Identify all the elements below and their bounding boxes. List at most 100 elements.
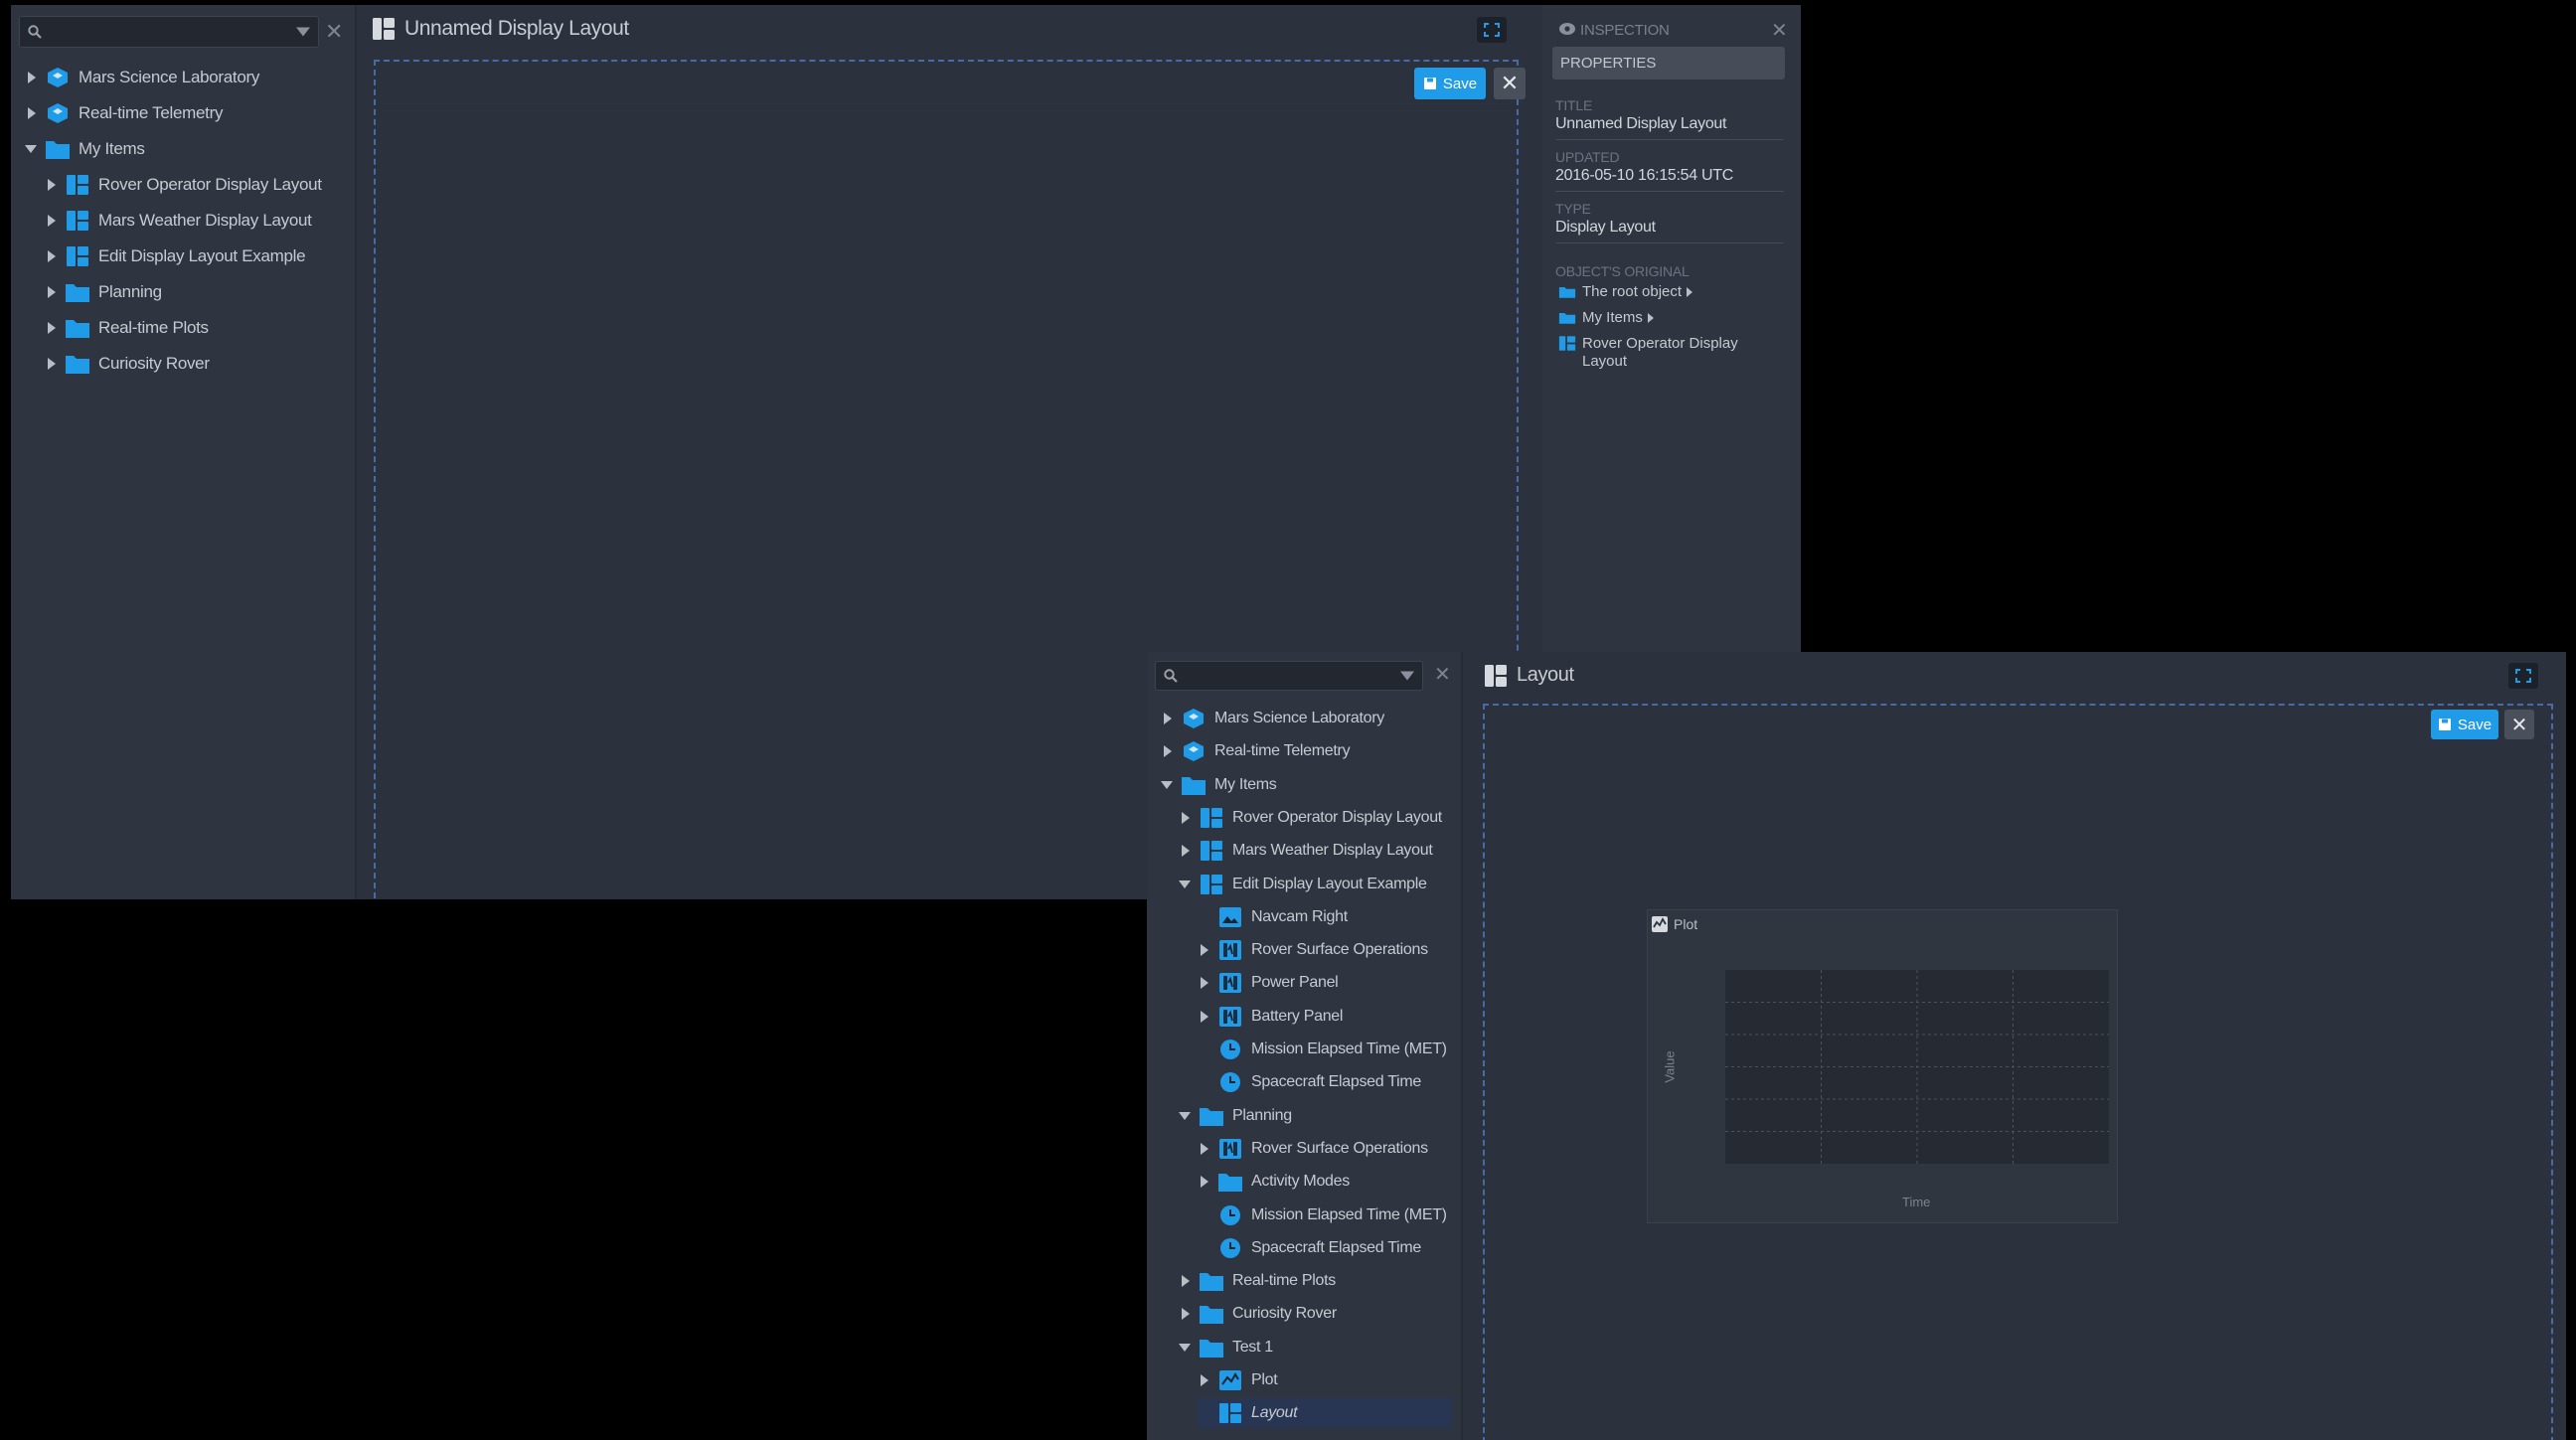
chevron-right-icon[interactable]: [1179, 1307, 1193, 1321]
tree-item-label: Mars Science Laboratory: [1214, 710, 1384, 726]
chevron-right-icon[interactable]: [45, 357, 59, 371]
tree-item[interactable]: Real-time Plots: [1179, 1266, 1336, 1296]
tree-item[interactable]: Rover Operator Display Layout: [45, 170, 322, 200]
clock-icon: [1220, 1204, 1240, 1225]
tree-item[interactable]: Rover Operator Display Layout: [1179, 803, 1442, 833]
chevron-right-icon[interactable]: [1161, 744, 1175, 758]
chevron-right-icon[interactable]: [45, 321, 59, 335]
chevron-right-icon[interactable]: [25, 106, 39, 120]
chevron-right-icon[interactable]: [1179, 811, 1193, 825]
chevron-right-icon[interactable]: [45, 249, 59, 263]
tab-properties[interactable]: PROPERTIES: [1552, 47, 1785, 80]
tree-item[interactable]: Edit Display Layout Example: [1179, 870, 1427, 899]
eye-icon: [1559, 23, 1575, 35]
tree-item[interactable]: Mars Science Laboratory: [25, 63, 259, 92]
folder-icon: [1200, 1306, 1223, 1325]
tree-item[interactable]: Curiosity Rover: [45, 349, 210, 379]
original-path-item[interactable]: The root object: [1558, 283, 1693, 300]
chevron-right-icon[interactable]: [1198, 1175, 1211, 1189]
chevron-right-icon[interactable]: [1198, 1373, 1211, 1387]
chevron-down-icon[interactable]: [25, 142, 39, 156]
tree-item[interactable]: Curiosity Rover: [1179, 1299, 1337, 1329]
close-button[interactable]: ✕: [2504, 710, 2534, 739]
chevron-right-icon[interactable]: [1161, 712, 1175, 725]
chevron-right-icon[interactable]: [1198, 1010, 1211, 1024]
tree-item[interactable]: Power Panel: [1198, 968, 1339, 998]
fullscreen-button[interactable]: [1477, 17, 1507, 43]
chevron-down-icon[interactable]: [1179, 1109, 1193, 1123]
original-path-item[interactable]: My Items: [1558, 309, 1654, 326]
tree-item[interactable]: Test 1: [1179, 1333, 1273, 1362]
chevron-right-icon[interactable]: [1198, 943, 1211, 957]
tree-item[interactable]: Mars Science Laboratory: [1161, 704, 1384, 733]
save-button[interactable]: Save: [2431, 710, 2498, 739]
tree-item[interactable]: Edit Display Layout Example: [45, 241, 306, 271]
tree-item[interactable]: Mars Weather Display Layout: [1179, 836, 1433, 866]
clock-icon: [1220, 1040, 1240, 1059]
tree-item[interactable]: Real-time Telemetry: [25, 98, 223, 128]
plot-grid: [1725, 970, 2109, 1164]
layout-icon: [1558, 336, 1576, 351]
tree-item[interactable]: Mars Weather Display Layout: [45, 206, 312, 236]
chevron-down-icon[interactable]: [1179, 1341, 1193, 1355]
title-value: Unnamed Display Layout: [1555, 115, 1727, 132]
tree-item[interactable]: Planning: [45, 277, 162, 307]
tree-item[interactable]: Rover Surface Operations: [1198, 935, 1428, 965]
search-input[interactable]: [19, 16, 319, 48]
tree-item[interactable]: Planning: [1179, 1101, 1292, 1131]
chevron-down-icon[interactable]: [296, 27, 310, 37]
chevron-right-icon[interactable]: [25, 71, 39, 84]
tree-item-label: Mission Elapsed Time (MET): [1251, 1205, 1447, 1223]
save-button[interactable]: Save: [1414, 68, 1486, 99]
tree-item[interactable]: Spacecraft Elapsed Time: [1198, 1233, 1421, 1263]
chevron-right-icon[interactable]: [1198, 1142, 1211, 1156]
tree-item[interactable]: Plot: [1198, 1365, 1278, 1395]
close-button[interactable]: ✕: [1494, 68, 1526, 99]
tree-item-label: Battery Panel: [1251, 1007, 1344, 1025]
tree-item-label: Mission Elapsed Time (MET): [1251, 1040, 1447, 1057]
telemetry-icon: [1219, 1006, 1241, 1027]
chevron-right-icon[interactable]: [1179, 1274, 1193, 1288]
layout-canvas[interactable]: Save ✕ Plot Value Time: [1483, 704, 2553, 1440]
original-path-item[interactable]: Rover Operator Display Layout: [1558, 335, 1757, 371]
chevron-right-icon[interactable]: [45, 285, 59, 299]
chevron-right-icon[interactable]: [1179, 844, 1193, 858]
tree-item[interactable]: Real-time Plots: [45, 313, 209, 343]
chevron-right-icon[interactable]: [45, 178, 59, 192]
clear-search-button[interactable]: ✕: [325, 21, 343, 43]
tree-item[interactable]: Mission Elapsed Time (MET): [1198, 1035, 1447, 1064]
tree-item-label: Rover Operator Display Layout: [98, 175, 322, 194]
tree-item[interactable]: Activity Modes: [1198, 1167, 1350, 1197]
tree-item-label: Real-time Plots: [1232, 1272, 1336, 1290]
chevron-right-icon: [1647, 312, 1654, 323]
search-input[interactable]: [1155, 661, 1423, 691]
tree-item[interactable]: Rover Surface Operations: [1198, 1134, 1428, 1164]
tree-item[interactable]: Spacecraft Elapsed Time: [1198, 1067, 1421, 1097]
chevron-down-icon[interactable]: [1400, 671, 1414, 681]
tree-item[interactable]: Mission Elapsed Time (MET): [1198, 1200, 1447, 1230]
chevron-down-icon[interactable]: [1161, 778, 1175, 792]
search-icon: [28, 25, 42, 39]
chevron-right-icon[interactable]: [1198, 976, 1211, 990]
tree-item-label: Mars Weather Display Layout: [98, 211, 312, 230]
clear-search-button[interactable]: ✕: [1434, 664, 1451, 686]
tree-item-label: Real-time Telemetry: [79, 103, 224, 122]
chevron-right-icon[interactable]: [45, 214, 59, 228]
close-inspector-button[interactable]: ✕: [1771, 20, 1788, 42]
layout-icon: [1485, 664, 1507, 687]
tree-item[interactable]: Real-time Telemetry: [1161, 736, 1351, 766]
tree-item[interactable]: Battery Panel: [1198, 1002, 1343, 1032]
tree-item-label: Curiosity Rover: [1232, 1305, 1337, 1323]
inspector-header: INSPECTION: [1580, 22, 1670, 39]
tree-item[interactable]: My Items: [25, 134, 145, 164]
plot-frame[interactable]: Plot Value Time: [1647, 909, 2118, 1223]
tree-item[interactable]: Navcam Right: [1198, 902, 1348, 932]
tree-item[interactable]: My Items: [1161, 770, 1277, 800]
tree-item-label: Mars Weather Display Layout: [1232, 842, 1433, 860]
chevron-down-icon[interactable]: [1179, 878, 1193, 891]
tree-item-label: Activity Modes: [1251, 1173, 1350, 1191]
tree-item[interactable]: Layout: [1198, 1398, 1452, 1429]
fullscreen-button[interactable]: [2508, 663, 2538, 689]
folder-icon: [1200, 1273, 1223, 1292]
